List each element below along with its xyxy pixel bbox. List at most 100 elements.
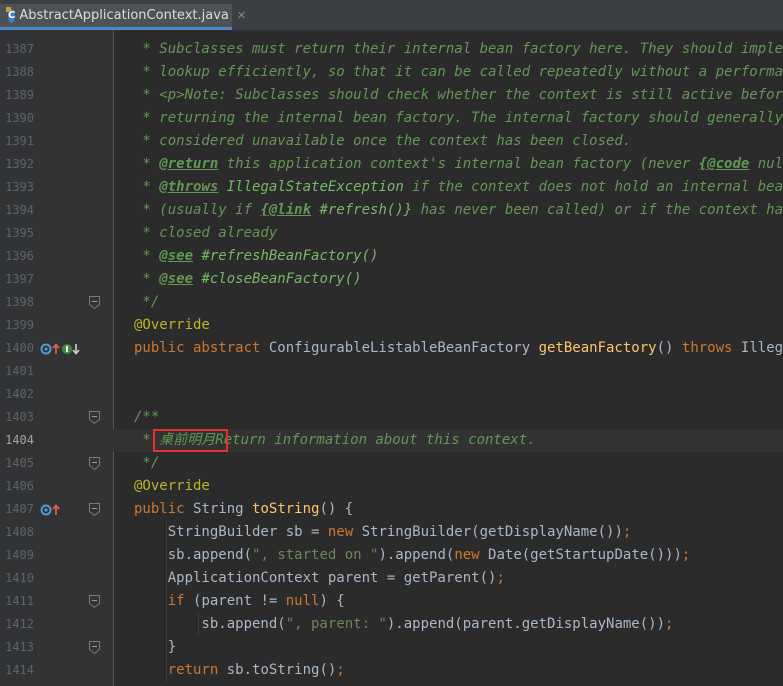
code-text: /** (134, 406, 159, 429)
line-number[interactable]: 1388 (0, 61, 34, 84)
code-text: @Override (134, 314, 210, 337)
line-number[interactable]: 1407 (0, 498, 34, 521)
code-token: new (327, 524, 362, 540)
code-text: * @see #refreshBeanFactory() (134, 245, 378, 268)
line-number[interactable]: 1403 (0, 406, 34, 429)
code-line[interactable]: 1401 (0, 360, 783, 383)
editor-tab-bar: C AbstractApplicationContext.java ✕ (0, 0, 783, 31)
fold-marker-icon[interactable] (89, 411, 100, 424)
code-token: ) { (319, 593, 345, 609)
code-text: * <p>Note: Subclasses should check wheth… (134, 84, 783, 107)
line-number[interactable]: 1393 (0, 176, 34, 199)
code-line[interactable]: 1396 * @see #refreshBeanFactory() (0, 245, 783, 268)
code-token: } (134, 639, 177, 655)
close-icon[interactable]: ✕ (237, 9, 246, 22)
code-line[interactable]: 1395 * closed already (0, 222, 783, 245)
code-line[interactable]: 1397 * @see #closeBeanFactory() (0, 268, 783, 291)
line-number[interactable]: 1408 (0, 521, 34, 544)
tab-abstract-application-context[interactable]: C AbstractApplicationContext.java ✕ (0, 4, 246, 30)
code-line[interactable]: 1392 * @return this application context'… (0, 153, 783, 176)
fold-marker-icon[interactable] (89, 503, 100, 516)
fold-marker-icon[interactable] (89, 457, 100, 470)
code-token: @see (159, 271, 194, 287)
line-number[interactable]: 1397 (0, 268, 34, 291)
fold-marker-icon[interactable] (89, 641, 100, 654)
code-token: @Override (134, 317, 210, 333)
fold-marker-icon[interactable] (89, 595, 100, 608)
line-number[interactable]: 1400 (0, 337, 34, 360)
line-number[interactable]: 1390 (0, 107, 34, 130)
java-class-icon: C (5, 6, 16, 23)
code-line[interactable]: 1391 * considered unavailable once the c… (0, 130, 783, 153)
code-line[interactable]: 1399 @Override (0, 314, 783, 337)
code-token: sb.append( (134, 547, 253, 563)
highlight-box (153, 429, 228, 452)
line-number[interactable]: 1406 (0, 475, 34, 498)
fold-marker-icon[interactable] (89, 296, 100, 309)
code-line[interactable]: 1414 return sb.toString(); (0, 659, 783, 682)
line-number[interactable]: 1389 (0, 84, 34, 107)
line-number[interactable]: 1396 (0, 245, 34, 268)
code-text: * lookup efficiently, so that it can be … (134, 61, 783, 84)
line-number[interactable]: 1412 (0, 613, 34, 636)
code-line[interactable]: 1388 * lookup efficiently, so that it ca… (0, 61, 783, 84)
line-number[interactable]: 1414 (0, 659, 34, 682)
line-number[interactable]: 1410 (0, 567, 34, 590)
code-text: */ (134, 291, 159, 314)
line-number[interactable]: 1401 (0, 360, 34, 383)
code-line[interactable]: 1410 ApplicationContext parent = getPare… (0, 567, 783, 590)
line-number[interactable]: 1392 (0, 153, 34, 176)
line-number[interactable]: 1394 (0, 199, 34, 222)
line-number[interactable]: 1398 (0, 291, 34, 314)
code-token: {@link (260, 202, 312, 218)
line-number[interactable]: 1391 (0, 130, 34, 153)
code-token: * (134, 271, 160, 287)
code-line[interactable]: 1387 * Subclasses must return their inte… (0, 38, 783, 61)
code-line[interactable]: 1398 */ (0, 291, 783, 314)
code-line[interactable]: 1403 /** (0, 406, 783, 429)
code-line[interactable]: 1400 public abstract ConfigurableListable… (0, 337, 783, 360)
code-line[interactable]: 1405 */ (0, 452, 783, 475)
code-token: #refreshBeanFactory() (193, 248, 379, 264)
tab-filename: AbstractApplicationContext.java (19, 8, 229, 23)
code-line[interactable]: 1406 @Override (0, 475, 783, 498)
code-token: Date(getStartupDate())) (488, 547, 682, 563)
code-token: * considered unavailable once the contex… (134, 133, 632, 149)
overrides-up-icon[interactable] (50, 504, 62, 516)
line-number[interactable]: 1404 (0, 429, 34, 452)
code-text: StringBuilder sb = new StringBuilder(get… (134, 521, 632, 544)
code-line[interactable]: 1412 sb.append(", parent: ").append(pare… (0, 613, 783, 636)
line-number[interactable]: 1413 (0, 636, 34, 659)
line-number[interactable]: 1402 (0, 383, 34, 406)
code-token: sb.append( (134, 616, 286, 632)
code-line[interactable]: 1404 * 桌前明月Return information about this… (0, 429, 783, 452)
code-token: ", started on " (252, 547, 379, 563)
code-line[interactable]: 1393 * @throws IllegalStateException if … (0, 176, 783, 199)
code-token: ).append(parent.getDisplayName()) (386, 616, 666, 632)
code-line[interactable]: 1411 if (parent != null) { (0, 590, 783, 613)
code-line[interactable]: 1413 } (0, 636, 783, 659)
line-number[interactable]: 1411 (0, 590, 34, 613)
code-token: ).append( (378, 547, 455, 563)
code-text: * returning the internal bean factory. T… (134, 107, 783, 130)
code-token: IllegalStateException (218, 179, 404, 195)
line-number[interactable]: 1409 (0, 544, 34, 567)
code-line[interactable]: 1389 * <p>Note: Subclasses should check … (0, 84, 783, 107)
code-line[interactable]: 1407 public String toString() { (0, 498, 783, 521)
implementations-down-icon[interactable] (70, 343, 82, 355)
code-editor[interactable]: 1387 * Subclasses must return their inte… (0, 30, 783, 686)
code-token: /** (134, 409, 160, 425)
line-number[interactable]: 1399 (0, 314, 34, 337)
code-line[interactable]: 1408 StringBuilder sb = new StringBuilde… (0, 521, 783, 544)
line-number[interactable]: 1387 (0, 38, 34, 61)
code-line[interactable]: 1409 sb.append(", started on ").append(n… (0, 544, 783, 567)
line-number[interactable]: 1395 (0, 222, 34, 245)
code-text: sb.append(", started on ").append(new Da… (134, 544, 691, 567)
line-number[interactable]: 1405 (0, 452, 34, 475)
code-line[interactable]: 1390 * returning the internal bean facto… (0, 107, 783, 130)
code-token: @see (159, 248, 194, 264)
code-line[interactable]: 1394 * (usually if {@link #refresh()} ha… (0, 199, 783, 222)
code-token: public (134, 501, 194, 517)
code-line[interactable]: 1402 (0, 383, 783, 406)
